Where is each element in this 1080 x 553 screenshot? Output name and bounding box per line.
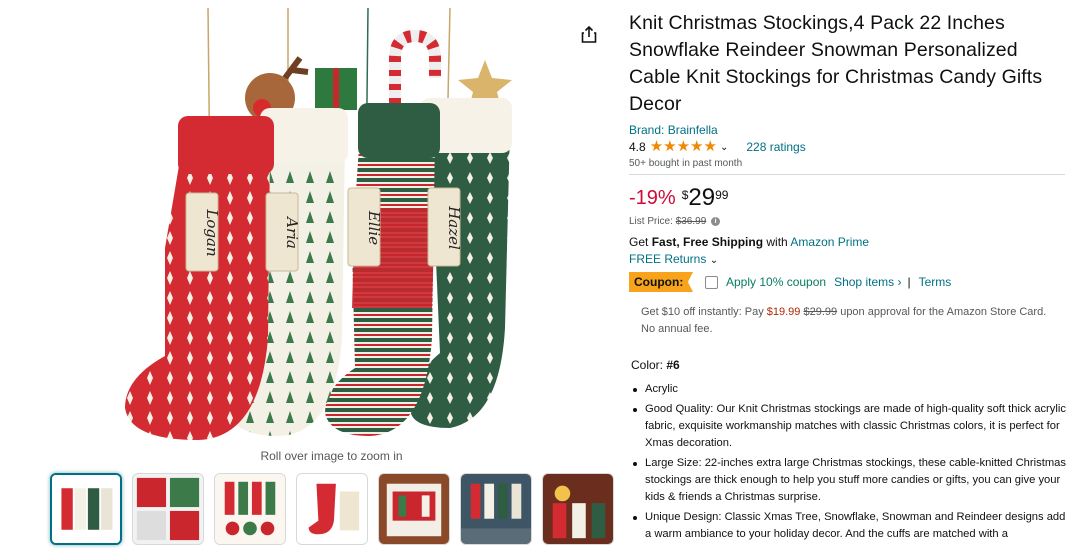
brand-link[interactable]: Brand: Brainfella <box>629 123 1069 137</box>
thumbnail-7[interactable] <box>542 473 614 545</box>
rating-row: 4.8 ★ ★ ★ ★ ★ ⌄ 228 ratings <box>629 138 1069 155</box>
zoom-hint: Roll over image to zoom in <box>260 449 403 463</box>
star-icon: ★ <box>676 138 691 155</box>
fast-free-shipping: Fast, Free Shipping <box>651 235 764 249</box>
separator: | <box>907 275 911 289</box>
ratings-count-link[interactable]: 228 ratings <box>746 140 805 154</box>
color-value: #6 <box>666 358 680 372</box>
star-icon: ★ <box>690 138 704 155</box>
product-title: Knit Christmas Stockings,4 Pack 22 Inche… <box>629 12 1043 115</box>
shipping-with: with <box>763 235 791 249</box>
coupon-row: Coupon: Apply 10% coupon Shop items › | … <box>629 272 1069 292</box>
apply-coupon-label[interactable]: Apply 10% coupon <box>726 275 826 289</box>
bullet-item: Acrylic <box>633 381 1069 398</box>
feature-bullets: Acrylic Good Quality: Our Knit Christmas… <box>633 381 1069 543</box>
divider <box>629 174 1065 175</box>
terms-link[interactable]: Terms <box>919 275 952 289</box>
discount-percent: -19% <box>629 187 676 209</box>
list-price-value: $36.99 <box>675 216 707 227</box>
price-block: -19% $ 29 99 <box>629 185 1069 211</box>
card-offer-prefix: Get $10 off instantly: Pay <box>641 306 767 318</box>
price-symbol: $ <box>681 188 689 202</box>
list-price-label: List Price: <box>629 216 673 227</box>
thumbnail-5[interactable] <box>378 473 450 545</box>
shop-items-link[interactable]: Shop items › <box>834 275 901 289</box>
list-price: List Price: $36.99 i <box>629 216 1069 227</box>
price-fraction: 99 <box>715 188 729 202</box>
thumbnail-6[interactable] <box>460 473 532 545</box>
chevron-down-icon: ⌄ <box>709 255 719 266</box>
shipping-get: Get <box>629 235 652 249</box>
chevron-down-icon[interactable]: ⌄ <box>720 142 728 153</box>
thumbnail-2[interactable] <box>132 473 204 545</box>
amazon-prime-link[interactable]: Amazon Prime <box>790 235 869 249</box>
name-tag-hazel: Hazel <box>445 205 463 250</box>
shipping-info: Get Fast, Free Shipping with Amazon Prim… <box>629 235 1069 249</box>
info-icon[interactable]: i <box>711 216 721 226</box>
card-offer-old-price: $29.99 <box>803 306 838 318</box>
thumbnail-1[interactable] <box>50 473 122 545</box>
share-icon[interactable] <box>578 24 600 46</box>
thumbnail-strip <box>50 473 614 545</box>
star-rating[interactable]: ★ ★ ★ ★ ★ <box>649 138 717 155</box>
main-product-image[interactable]: Logan Aria Ellie Hazel <box>120 8 540 448</box>
name-tag-ellie: Ellie <box>365 210 383 245</box>
coupon-badge: Coupon: <box>629 272 693 292</box>
coupon-checkbox[interactable] <box>705 275 718 289</box>
bullet-item: Unique Design: Classic Xmas Tree, Snowfl… <box>633 509 1069 543</box>
rating-value: 4.8 <box>629 140 646 154</box>
thumbnail-3[interactable] <box>214 473 286 545</box>
product-details: Knit Christmas Stockings,4 Pack 22 Inche… <box>629 10 1069 546</box>
bullet-item: Large Size: 22-inches extra large Christ… <box>633 455 1069 506</box>
star-icon: ★ <box>649 138 664 155</box>
star-icon: ★ <box>663 138 677 155</box>
price-whole: 29 <box>688 184 716 211</box>
name-tag-logan: Logan <box>203 208 221 256</box>
card-offer-new-price: $19.99 <box>766 306 801 318</box>
free-returns-link[interactable]: FREE Returns ⌄ <box>629 252 1069 266</box>
bullet-item: Good Quality: Our Knit Christmas stockin… <box>633 401 1069 452</box>
name-tag-aria: Aria <box>283 215 301 249</box>
color-label: Color: <box>631 358 667 372</box>
store-card-offer[interactable]: Get $10 off instantly: Pay $19.99 $29.99… <box>641 304 1051 338</box>
free-returns-label: FREE Returns <box>629 252 707 266</box>
star-icon: ★ <box>703 138 717 155</box>
color-selection: Color: #6 <box>631 358 1069 372</box>
image-gallery: Logan Aria Ellie Hazel Roll over image t… <box>0 0 614 553</box>
thumbnail-4[interactable] <box>296 473 368 545</box>
bought-in-past-month: 50+ bought in past month <box>629 158 743 169</box>
